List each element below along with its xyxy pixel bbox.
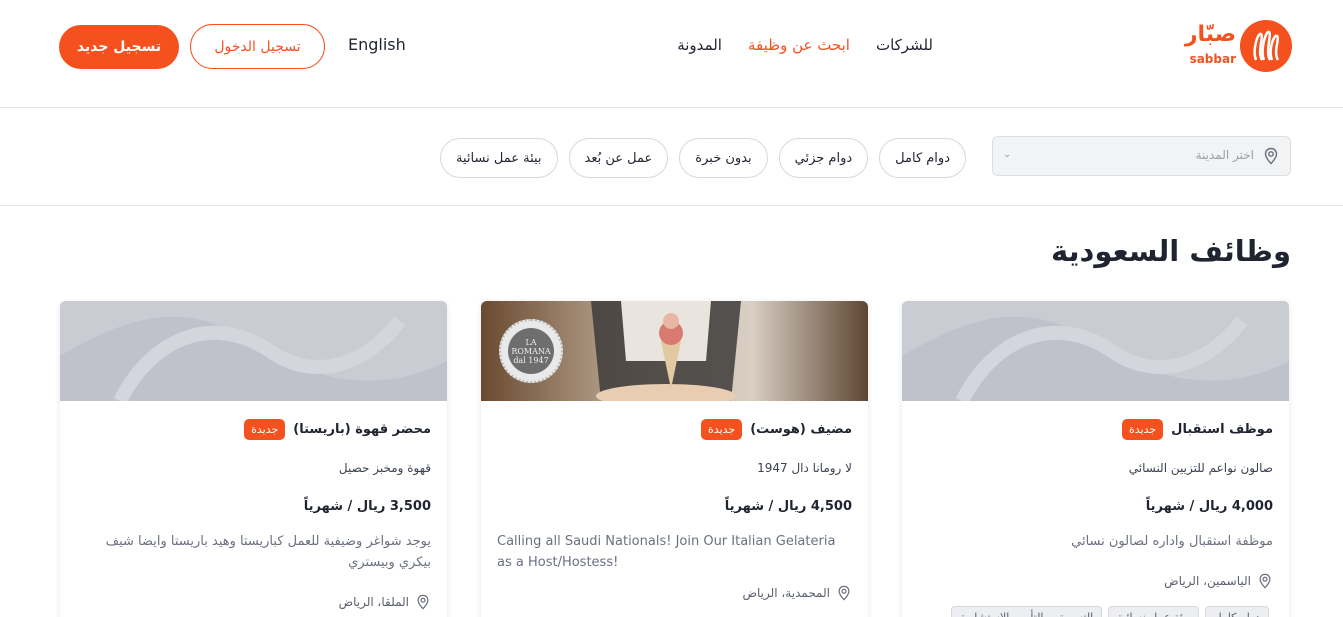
company-logo-text: LA ROMANA dal 1947 <box>508 328 554 374</box>
logo-arabic-text: صبّار <box>1184 22 1236 47</box>
job-card[interactable]: محضر قهوة (باريستا) جديدة قهوة ومخبز حصي… <box>60 301 447 617</box>
logo-latin-text: sabbar <box>1189 52 1236 66</box>
chip-women-environment[interactable]: بيئة عمل نسائية <box>440 138 558 178</box>
company-name: لا رومانا دال 1947 <box>757 461 852 475</box>
company-name: صالون نواعم للتزيين النسائي <box>1128 461 1273 475</box>
job-title-row: موظف استقبال جديدة <box>1121 419 1273 440</box>
nav-companies[interactable]: للشركات <box>876 36 933 54</box>
nav-find-job[interactable]: ابحث عن وظيفة <box>748 36 850 54</box>
salary: 3,500 ريال / شهرياً <box>303 499 431 514</box>
city-select[interactable]: اختر المدينة ⌄ <box>992 136 1291 176</box>
job-tags: دوام كامل بيئة عمل نسائية التسويق و التأ… <box>951 606 1269 617</box>
job-tag: بيئة عمل نسائية <box>1108 606 1199 617</box>
location-text: الملقا، الرياض <box>338 595 409 609</box>
filter-chips: دوام كامل دوام جزئي بدون خبرة عمل عن بُع… <box>440 138 966 178</box>
location-text: الياسمين، الرياض <box>1164 574 1251 588</box>
job-title: موظف استقبال <box>1171 422 1273 437</box>
chip-remote[interactable]: عمل عن بُعد <box>568 138 669 178</box>
location-pin-icon <box>1264 147 1278 165</box>
job-title-row: محضر قهوة (باريستا) جديدة <box>244 419 431 440</box>
site-header: تسجيل جديد تسجيل الدخول English المدونة … <box>0 0 1343 108</box>
salary: 4,500 ريال / شهرياً <box>724 499 852 514</box>
job-title-row: مضيف (هوست) جديدة <box>701 419 852 440</box>
new-badge: جديدة <box>701 419 743 440</box>
location-text: المحمدية، الرياض <box>742 586 831 600</box>
company-name: قهوة ومخبز حصيل <box>338 461 431 475</box>
job-card[interactable]: موظف استقبال جديدة صالون نواعم للتزيين ا… <box>902 301 1289 617</box>
job-card[interactable]: LA ROMANA dal 1947 مضيف (هوست) جديدة لا ر… <box>481 301 868 617</box>
chip-part-time[interactable]: دوام جزئي <box>778 138 869 178</box>
job-description: موظفة استقبال واداره لصالون نسائي <box>1071 534 1273 549</box>
nav-blog[interactable]: المدونة <box>677 36 722 54</box>
job-card-placeholder-image <box>902 301 1289 401</box>
login-button[interactable]: تسجيل الدخول <box>190 24 325 69</box>
main-nav: المدونة ابحث عن وظيفة للشركات <box>677 36 933 54</box>
filter-bar: دوام كامل دوام جزئي بدون خبرة عمل عن بُع… <box>0 108 1343 206</box>
location-pin-icon <box>838 585 850 601</box>
salary: 4,000 ريال / شهرياً <box>1145 499 1273 514</box>
job-location: الملقا، الرياض <box>339 594 431 610</box>
language-switch-link[interactable]: English <box>348 35 406 54</box>
new-badge: جديدة <box>244 419 286 440</box>
job-tag: دوام كامل <box>1204 606 1269 617</box>
job-tag: التسويق و التأمين الاستشارية <box>951 606 1103 617</box>
job-title: مضيف (هوست) <box>750 422 852 437</box>
register-button[interactable]: تسجيل جديد <box>59 25 179 69</box>
logo-mark-icon <box>1240 20 1292 72</box>
chevron-down-icon: ⌄ <box>1003 149 1012 160</box>
page-title: وظائف السعودية <box>1050 234 1291 268</box>
job-description: يوجد شواغر وضيفية للعمل كباريستا وهيد با… <box>105 534 431 570</box>
location-pin-icon <box>1259 573 1271 589</box>
job-card-placeholder-image <box>60 301 447 401</box>
location-pin-icon <box>417 594 429 610</box>
sabbar-logo[interactable]: صبّار sabbar <box>1185 20 1292 72</box>
chip-full-time[interactable]: دوام كامل <box>879 138 966 178</box>
city-placeholder: اختر المدينة <box>1195 148 1254 162</box>
job-title: محضر قهوة (باريستا) <box>293 422 431 437</box>
new-badge: جديدة <box>1121 419 1164 440</box>
chip-no-experience[interactable]: بدون خبرة <box>679 138 768 178</box>
job-location: الياسمين، الرياض <box>1164 573 1273 589</box>
company-logo: LA ROMANA dal 1947 <box>499 319 563 383</box>
job-description: Calling all Saudi Nationals! Join Our It… <box>497 534 836 570</box>
job-location: المحمدية، الرياض <box>743 585 853 601</box>
